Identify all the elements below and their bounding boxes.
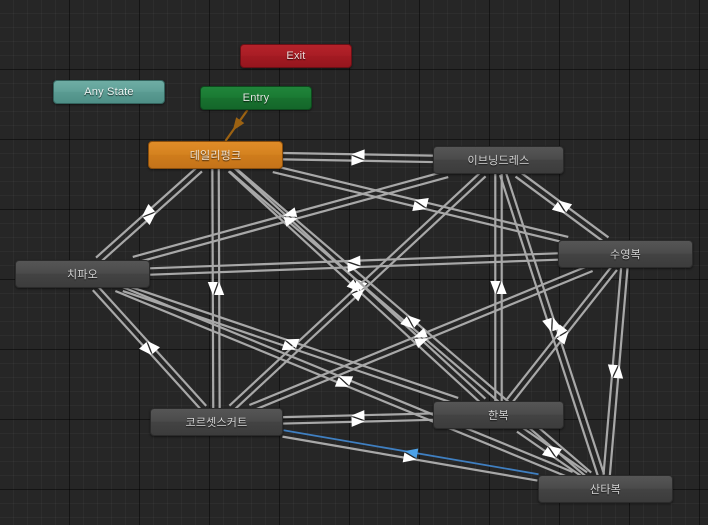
transition-corset-to-qipao[interactable] (96, 285, 208, 407)
transition-corset-to-daily[interactable] (214, 168, 225, 408)
state-node-label: Any State (84, 86, 134, 98)
transition-daily-to-evening[interactable] (282, 155, 433, 166)
state-node-santa[interactable]: 산타복 (538, 475, 673, 503)
state-node-anystate[interactable]: Any State (53, 80, 165, 104)
state-node-swimsuit[interactable]: 수영복 (558, 240, 693, 268)
transition-daily-to-santa[interactable] (229, 170, 588, 479)
state-node-evening[interactable]: 이브닝드레스 (433, 146, 564, 174)
transition-evening-to-hanbok[interactable] (490, 174, 501, 401)
state-node-exit[interactable]: Exit (240, 44, 352, 68)
state-node-label: 이브닝드레스 (467, 155, 530, 167)
transition-corset-to-swimsuit[interactable] (251, 269, 594, 412)
transition-arrow-icon (232, 117, 245, 131)
transition-evening-to-daily[interactable] (283, 149, 434, 160)
transition-swimsuit-to-hanbok[interactable] (506, 265, 613, 400)
state-node-label: 데일리펑크 (189, 150, 242, 162)
transition-santa-to-corset[interactable] (283, 429, 539, 476)
transition-hanbok-to-evening[interactable] (496, 174, 507, 401)
transition-corset-to-hanbok[interactable] (283, 416, 434, 427)
state-node-label: 산타복 (590, 484, 621, 496)
transition-qipao-to-corset[interactable] (91, 289, 203, 411)
transition-corset-to-santa[interactable] (282, 435, 538, 482)
animator-canvas[interactable]: Exit Any State Entry 데일리펑크 이브닝드레스수영복치파오코르셋스커… (0, 0, 708, 525)
state-node-corset[interactable]: 코르셋스커트 (150, 408, 283, 436)
state-node-label: 코르셋스커트 (185, 417, 248, 429)
state-node-hanbok[interactable]: 한복 (433, 401, 564, 429)
state-node-qipao[interactable]: 치파오 (15, 260, 150, 288)
transition-santa-to-qipao[interactable] (117, 284, 574, 474)
state-node-label: Entry (242, 92, 270, 104)
transition-entry-to-daily[interactable] (224, 109, 249, 142)
state-node-entry[interactable]: Entry (200, 86, 312, 110)
transition-evening-to-swimsuit[interactable] (514, 175, 606, 244)
transition-daily-to-corset[interactable] (207, 169, 218, 409)
state-node-label: 치파오 (67, 269, 98, 281)
state-node-daily[interactable]: 데일리펑크 (148, 141, 283, 169)
state-node-label: 수영복 (610, 249, 641, 261)
state-node-label: 한복 (488, 410, 509, 422)
transition-evening-to-santa[interactable] (498, 174, 599, 477)
state-node-label: Exit (286, 50, 306, 62)
transition-arrow-icon (283, 207, 298, 218)
transition-arrow-icon (542, 317, 552, 332)
